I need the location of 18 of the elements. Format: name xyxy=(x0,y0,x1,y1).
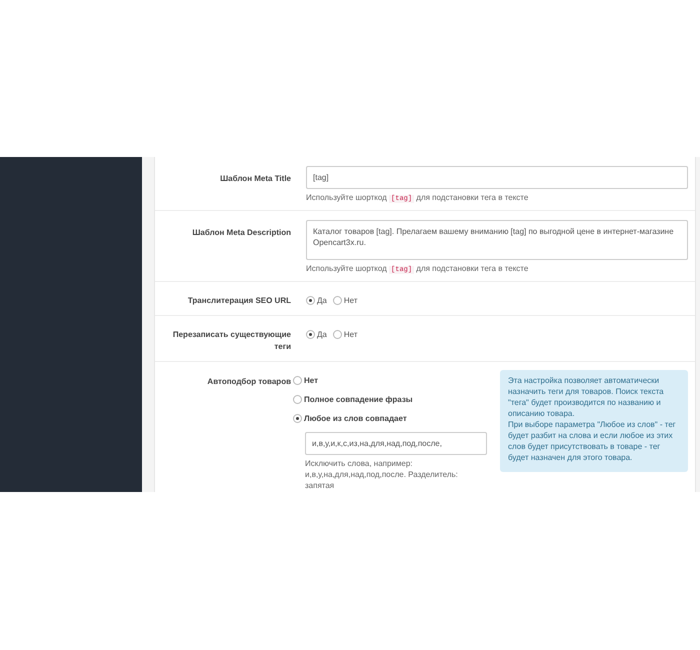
field-label: Транслитерация SEO URL xyxy=(186,295,291,307)
radio-option[interactable]: Да xyxy=(306,329,327,340)
field-label: Шаблон Meta Title xyxy=(219,173,291,185)
info-text: При выборе параметра "Любое из слов" - тег будет разбит на слова и если любое из этих слов будет присутствовать в товаре - тег будет назначен для этого товара. xyxy=(508,419,677,463)
radio-option[interactable]: Нет xyxy=(332,329,358,340)
text-field[interactable]: и,в,у,и,к,с,из,на,для,над,под,после, xyxy=(305,432,487,455)
radio-option[interactable]: Нет xyxy=(293,375,488,386)
textarea-field[interactable]: Каталог товаров [tag]. Прелагаем вашему вниманию [tag] по выгодной цене в интернет-магазине Opencart3x.ru. xyxy=(306,220,688,260)
field-label: Перезаписать существующие теги xyxy=(172,329,291,353)
text-field[interactable]: [tag] xyxy=(306,166,688,189)
radio-option[interactable]: Любое из слов совпадает xyxy=(293,413,488,424)
help-text: Исключить слова, например: и,в,у,на,для,над,под,после. Разделитель: запятая xyxy=(305,458,459,491)
field-label: Автоподбор товаров xyxy=(206,376,291,388)
radio-option[interactable]: Полное совпадение фразы xyxy=(293,394,488,405)
field-label: Шаблон Meta Description xyxy=(191,227,291,239)
radio-option[interactable]: Нет xyxy=(332,295,358,306)
info-text: Эта настройка позволяет автоматически назначить теги для товаров. Поиск текста "тега" будет производится по названию и описанию товара. xyxy=(508,375,665,419)
radio-option[interactable]: Да xyxy=(306,295,327,306)
